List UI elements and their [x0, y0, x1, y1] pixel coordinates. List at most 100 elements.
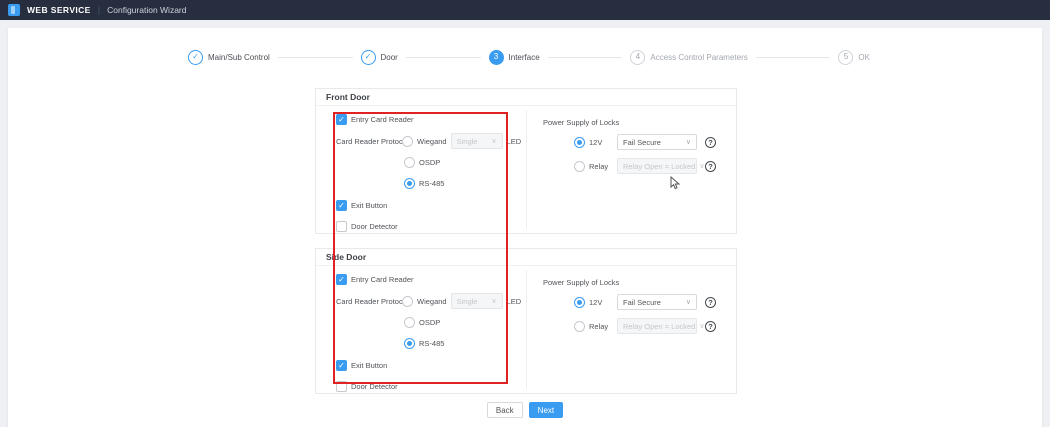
led-label: LED	[507, 137, 522, 146]
chevron-down-icon: ∨	[686, 298, 691, 306]
entry-card-reader-row: Entry Card Reader	[336, 113, 414, 126]
led-label: LED	[507, 297, 522, 306]
chevron-down-icon: ∨	[491, 137, 496, 145]
power-supply-of-locks-label: Power Supply of Locks	[543, 118, 619, 127]
step-interface: 3 Interface	[489, 50, 540, 65]
wiegand-mode-select[interactable]: Single ∨	[451, 293, 503, 309]
wiegand-mode-select[interactable]: Single ∨	[451, 133, 503, 149]
osdp-radio[interactable]	[404, 157, 415, 168]
exit-button-checkbox[interactable]	[336, 360, 347, 371]
12v-radio[interactable]	[574, 297, 585, 308]
door-detector-label: Door Detector	[351, 222, 398, 231]
rs485-label: RS-485	[419, 179, 444, 188]
relay-mode-select[interactable]: Relay Open = Locked ∨	[617, 318, 697, 334]
door-detector-checkbox[interactable]	[336, 381, 347, 392]
help-icon[interactable]: ?	[705, 321, 716, 332]
step-ok: 5 OK	[838, 50, 870, 65]
wiegand-label: Wiegand	[417, 137, 447, 146]
relay-radio[interactable]	[574, 161, 585, 172]
relay-label: Relay	[589, 162, 613, 171]
12v-label: 12V	[589, 298, 613, 307]
column-divider	[526, 110, 527, 229]
help-icon[interactable]: ?	[705, 161, 716, 172]
back-button[interactable]: Back	[487, 402, 523, 418]
wiegand-radio[interactable]	[402, 136, 413, 147]
column-divider	[526, 270, 527, 389]
door-detector-row: Door Detector	[336, 380, 398, 393]
step-number: 4	[630, 50, 645, 65]
12v-mode-value: Fail Secure	[623, 138, 661, 147]
topbar-divider: |	[98, 5, 100, 15]
chevron-down-icon: ∨	[699, 162, 704, 170]
12v-mode-select[interactable]: Fail Secure ∨	[617, 294, 697, 310]
chevron-down-icon: ∨	[699, 322, 704, 330]
relay-radio[interactable]	[574, 321, 585, 332]
help-icon[interactable]: ?	[705, 137, 716, 148]
entry-card-reader-checkbox[interactable]	[336, 114, 347, 125]
rs485-row: RS-485	[404, 337, 444, 350]
rs485-radio[interactable]	[404, 338, 415, 349]
osdp-row: OSDP	[404, 156, 440, 169]
wiegand-label: Wiegand	[417, 297, 447, 306]
power-12v-row: 12V Fail Secure ∨ ?	[574, 294, 716, 310]
exit-button-row: Exit Button	[336, 359, 387, 372]
step-connector	[406, 57, 481, 58]
wiegand-radio[interactable]	[402, 296, 413, 307]
card-reader-protocol-label: Card Reader Protocol	[336, 297, 398, 306]
relay-mode-select[interactable]: Relay Open = Locked ∨	[617, 158, 697, 174]
relay-label: Relay	[589, 322, 613, 331]
help-icon[interactable]: ?	[705, 297, 716, 308]
step-label: Access Control Parameters	[650, 53, 747, 62]
step-check-icon: ✓	[361, 50, 376, 65]
exit-button-row: Exit Button	[336, 199, 387, 212]
osdp-row: OSDP	[404, 316, 440, 329]
12v-mode-value: Fail Secure	[623, 298, 661, 307]
rs485-row: RS-485	[404, 177, 444, 190]
wizard-footer: Back Next	[8, 402, 1042, 418]
step-label: Main/Sub Control	[208, 53, 270, 62]
wiegand-mode-value: Single	[457, 137, 478, 146]
relay-mode-value: Relay Open = Locked	[623, 322, 695, 331]
next-button[interactable]: Next	[529, 402, 563, 418]
power-relay-row: Relay Relay Open = Locked ∨ ?	[574, 318, 716, 334]
door-detector-label: Door Detector	[351, 382, 398, 391]
wiegand-mode-value: Single	[457, 297, 478, 306]
door-detector-checkbox[interactable]	[336, 221, 347, 232]
power-supply-label-row: Power Supply of Locks	[543, 276, 619, 288]
wizard-stepper: ✓ Main/Sub Control ✓ Door 3 Interface 4 …	[188, 48, 870, 66]
step-check-icon: ✓	[188, 50, 203, 65]
step-connector	[278, 57, 353, 58]
step-access-control-parameters: 4 Access Control Parameters	[630, 50, 747, 65]
power-supply-of-locks-label: Power Supply of Locks	[543, 278, 619, 287]
card-reader-protocol-label: Card Reader Protocol	[336, 137, 398, 146]
osdp-label: OSDP	[419, 318, 440, 327]
panel-title: Side Door	[316, 249, 736, 266]
12v-label: 12V	[589, 138, 613, 147]
12v-mode-select[interactable]: Fail Secure ∨	[617, 134, 697, 150]
12v-radio[interactable]	[574, 137, 585, 148]
step-main-sub-control: ✓ Main/Sub Control	[188, 50, 270, 65]
step-number: 3	[489, 50, 504, 65]
step-label: Door	[381, 53, 398, 62]
entry-card-reader-label: Entry Card Reader	[351, 275, 414, 284]
rs485-radio[interactable]	[404, 178, 415, 189]
app-logo-icon	[8, 4, 20, 16]
exit-button-checkbox[interactable]	[336, 200, 347, 211]
exit-button-label: Exit Button	[351, 201, 387, 210]
topbar: WEB SERVICE | Configuration Wizard	[0, 0, 1050, 20]
card-reader-protocol-row: Card Reader Protocol Wiegand Single ∨ LE…	[336, 133, 521, 149]
brand-title: WEB SERVICE	[27, 5, 91, 15]
power-12v-row: 12V Fail Secure ∨ ?	[574, 134, 716, 150]
entry-card-reader-label: Entry Card Reader	[351, 115, 414, 124]
card-reader-protocol-row: Card Reader Protocol Wiegand Single ∨ LE…	[336, 293, 521, 309]
main-card: ✓ Main/Sub Control ✓ Door 3 Interface 4 …	[8, 28, 1042, 427]
step-connector	[548, 57, 623, 58]
page-title: Configuration Wizard	[107, 5, 186, 15]
entry-card-reader-checkbox[interactable]	[336, 274, 347, 285]
step-number: 5	[838, 50, 853, 65]
step-label: OK	[858, 53, 870, 62]
panel-body: Entry Card Reader Card Reader Protocol W…	[316, 106, 736, 233]
relay-mode-value: Relay Open = Locked	[623, 162, 695, 171]
osdp-radio[interactable]	[404, 317, 415, 328]
panel-body: Entry Card Reader Card Reader Protocol W…	[316, 266, 736, 393]
